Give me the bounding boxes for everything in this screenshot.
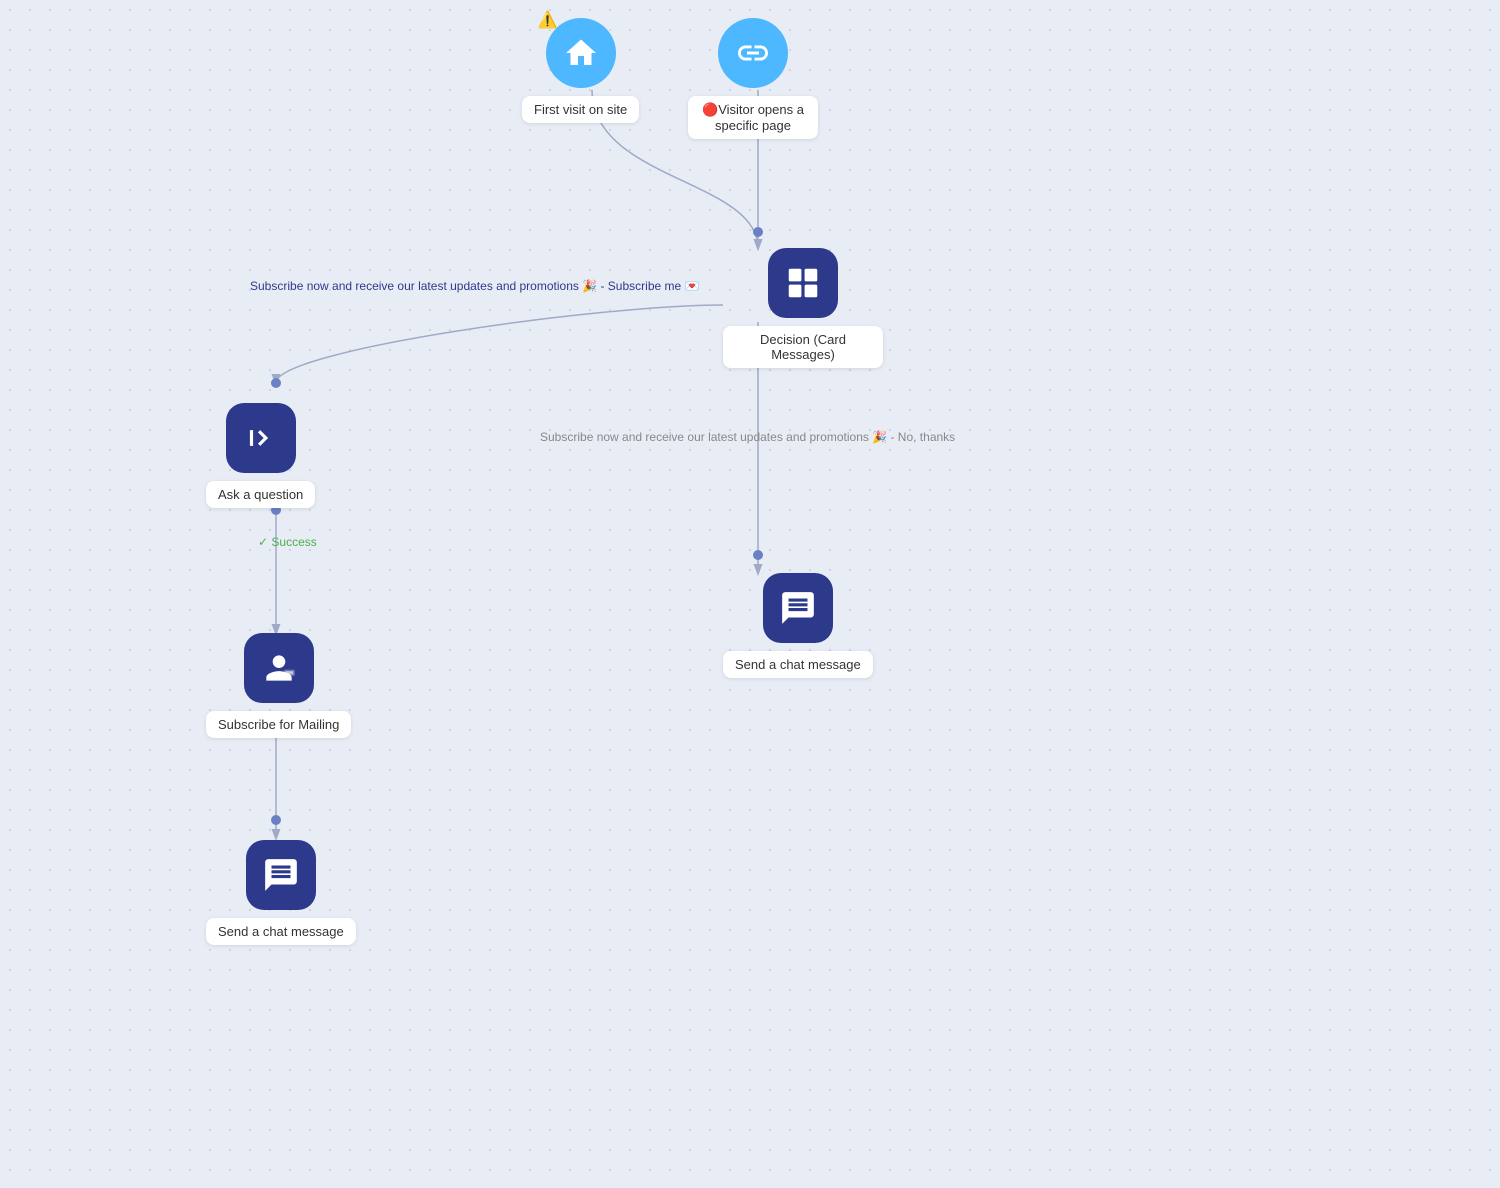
node-send-chat-right[interactable]: Send a chat message xyxy=(723,573,873,678)
send-chat-bottom-label: Send a chat message xyxy=(206,918,356,945)
node-ask-question[interactable]: Ask a question xyxy=(206,403,315,508)
decision-label: Decision (Card Messages) xyxy=(723,326,883,368)
visitor-opens-label: 🔴Visitor opens a specific page xyxy=(688,96,818,139)
success-label: ✓ Success xyxy=(258,535,317,549)
send-chat-bottom-icon[interactable] xyxy=(246,840,316,910)
node-send-chat-bottom[interactable]: Send a chat message xyxy=(206,840,356,945)
first-visit-label: First visit on site xyxy=(522,96,639,123)
decision-icon[interactable] xyxy=(768,248,838,318)
ask-question-icon[interactable] xyxy=(226,403,296,473)
visitor-opens-icon[interactable] xyxy=(718,18,788,88)
node-first-visit[interactable]: ⚠️ First visit on site xyxy=(522,18,639,123)
edge-label-subscribe-me: Subscribe now and receive our latest upd… xyxy=(250,278,699,295)
first-visit-icon[interactable]: ⚠️ xyxy=(546,18,616,88)
subscribe-mailing-label: Subscribe for Mailing xyxy=(206,711,351,738)
warning-badge: ⚠️ xyxy=(538,10,558,30)
flow-canvas: Subscribe now and receive our latest upd… xyxy=(0,0,1500,1188)
node-decision[interactable]: Decision (Card Messages) xyxy=(723,248,883,368)
subscribe-mailing-icon[interactable] xyxy=(244,633,314,703)
send-chat-right-icon[interactable] xyxy=(763,573,833,643)
node-visitor-opens[interactable]: 🔴Visitor opens a specific page xyxy=(688,18,818,139)
node-subscribe-mailing[interactable]: Subscribe for Mailing xyxy=(206,633,351,738)
send-chat-right-label: Send a chat message xyxy=(723,651,873,678)
edge-label-no-thanks: Subscribe now and receive our latest upd… xyxy=(540,430,955,444)
ask-question-label: Ask a question xyxy=(206,481,315,508)
